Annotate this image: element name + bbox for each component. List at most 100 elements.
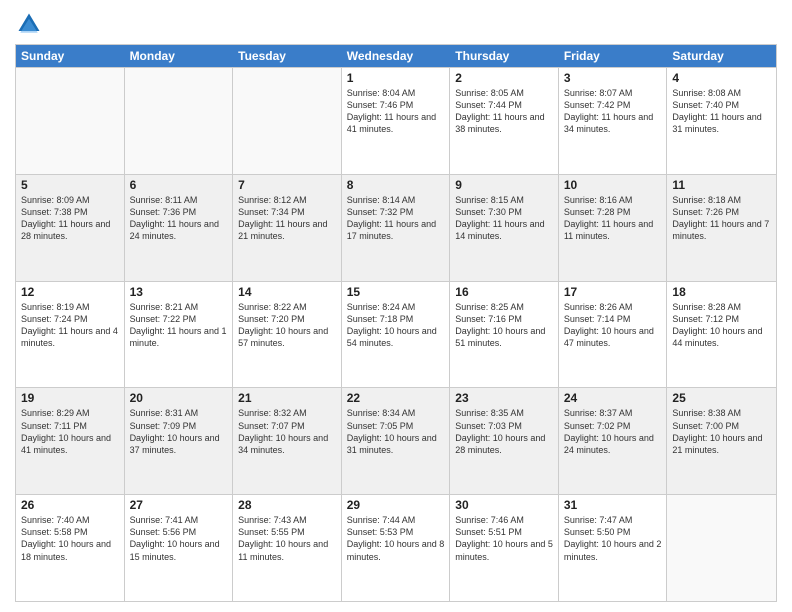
header — [15, 10, 777, 38]
day-number: 1 — [347, 71, 445, 85]
calendar-cell: 28 Sunrise: 7:43 AM Sunset: 5:55 PM Dayli… — [233, 495, 342, 601]
calendar-cell: 3Sunrise: 8:07 AM Sunset: 7:42 PM Daylig… — [559, 68, 668, 174]
day-number: 28 — [238, 498, 336, 512]
day-info: Sunrise: 8:38 AM Sunset: 7:00 PM Dayligh… — [672, 407, 771, 456]
calendar-cell: 26 Sunrise: 7:40 AM Sunset: 5:58 PM Dayli… — [16, 495, 125, 601]
page: SundayMondayTuesdayWednesdayThursdayFrid… — [0, 0, 792, 612]
day-number: 19 — [21, 391, 119, 405]
calendar-row-2: 12 Sunrise: 8:19 AM Sunset: 7:24 PM Dayli… — [16, 281, 776, 388]
calendar-row-1: 5 Sunrise: 8:09 AM Sunset: 7:38 PM Daylig… — [16, 174, 776, 281]
calendar-cell: 25 Sunrise: 8:38 AM Sunset: 7:00 PM Dayli… — [667, 388, 776, 494]
day-number: 6 — [130, 178, 228, 192]
day-info: Sunrise: 7:41 AM Sunset: 5:56 PM Dayligh… — [130, 514, 228, 563]
day-number: 9 — [455, 178, 553, 192]
calendar-cell: 5 Sunrise: 8:09 AM Sunset: 7:38 PM Daylig… — [16, 175, 125, 281]
day-number: 7 — [238, 178, 336, 192]
calendar-cell: 29Sunrise: 7:44 AM Sunset: 5:53 PM Dayli… — [342, 495, 451, 601]
day-number: 17 — [564, 285, 662, 299]
day-number: 3 — [564, 71, 662, 85]
day-number: 30 — [455, 498, 553, 512]
day-info: Sunrise: 8:15 AM Sunset: 7:30 PM Dayligh… — [455, 194, 553, 243]
calendar-cell — [16, 68, 125, 174]
header-day-friday: Friday — [559, 45, 668, 67]
calendar-cell: 9 Sunrise: 8:15 AM Sunset: 7:30 PM Daylig… — [450, 175, 559, 281]
calendar-cell: 16 Sunrise: 8:25 AM Sunset: 7:16 PM Dayli… — [450, 282, 559, 388]
calendar-cell: 1 Sunrise: 8:04 AM Sunset: 7:46 PM Daylig… — [342, 68, 451, 174]
day-number: 31 — [564, 498, 662, 512]
logo-icon — [15, 10, 43, 38]
calendar-cell — [125, 68, 234, 174]
calendar-cell: 10 Sunrise: 8:16 AM Sunset: 7:28 PM Dayli… — [559, 175, 668, 281]
calendar-cell: 23 Sunrise: 8:35 AM Sunset: 7:03 PM Dayli… — [450, 388, 559, 494]
calendar-cell: 11 Sunrise: 8:18 AM Sunset: 7:26 PM Dayli… — [667, 175, 776, 281]
day-number: 14 — [238, 285, 336, 299]
calendar-row-0: 1 Sunrise: 8:04 AM Sunset: 7:46 PM Daylig… — [16, 67, 776, 174]
day-info: Sunrise: 7:44 AM Sunset: 5:53 PM Dayligh… — [347, 514, 445, 563]
day-info: Sunrise: 8:16 AM Sunset: 7:28 PM Dayligh… — [564, 194, 662, 243]
header-day-sunday: Sunday — [16, 45, 125, 67]
day-number: 22 — [347, 391, 445, 405]
day-info: Sunrise: 8:25 AM Sunset: 7:16 PM Dayligh… — [455, 301, 553, 350]
day-number: 23 — [455, 391, 553, 405]
day-number: 16 — [455, 285, 553, 299]
calendar-cell: 14 Sunrise: 8:22 AM Sunset: 7:20 PM Dayli… — [233, 282, 342, 388]
calendar-cell: 12 Sunrise: 8:19 AM Sunset: 7:24 PM Dayli… — [16, 282, 125, 388]
day-info: Sunrise: 8:31 AM Sunset: 7:09 PM Dayligh… — [130, 407, 228, 456]
day-number: 20 — [130, 391, 228, 405]
header-day-monday: Monday — [125, 45, 234, 67]
day-info: Sunrise: 8:09 AM Sunset: 7:38 PM Dayligh… — [21, 194, 119, 243]
day-info: Sunrise: 8:29 AM Sunset: 7:11 PM Dayligh… — [21, 407, 119, 456]
calendar-cell: 30Sunrise: 7:46 AM Sunset: 5:51 PM Dayli… — [450, 495, 559, 601]
day-number: 4 — [672, 71, 771, 85]
calendar-cell: 27Sunrise: 7:41 AM Sunset: 5:56 PM Dayli… — [125, 495, 234, 601]
calendar-header: SundayMondayTuesdayWednesdayThursdayFrid… — [16, 45, 776, 67]
calendar-cell: 24Sunrise: 8:37 AM Sunset: 7:02 PM Dayli… — [559, 388, 668, 494]
calendar-cell: 13Sunrise: 8:21 AM Sunset: 7:22 PM Dayli… — [125, 282, 234, 388]
day-info: Sunrise: 7:47 AM Sunset: 5:50 PM Dayligh… — [564, 514, 662, 563]
day-info: Sunrise: 8:34 AM Sunset: 7:05 PM Dayligh… — [347, 407, 445, 456]
day-number: 13 — [130, 285, 228, 299]
calendar-cell: 6Sunrise: 8:11 AM Sunset: 7:36 PM Daylig… — [125, 175, 234, 281]
header-day-wednesday: Wednesday — [342, 45, 451, 67]
calendar-row-4: 26 Sunrise: 7:40 AM Sunset: 5:58 PM Dayli… — [16, 494, 776, 601]
day-info: Sunrise: 8:28 AM Sunset: 7:12 PM Dayligh… — [672, 301, 771, 350]
day-info: Sunrise: 8:22 AM Sunset: 7:20 PM Dayligh… — [238, 301, 336, 350]
logo — [15, 10, 47, 38]
day-info: Sunrise: 8:26 AM Sunset: 7:14 PM Dayligh… — [564, 301, 662, 350]
day-number: 12 — [21, 285, 119, 299]
day-number: 11 — [672, 178, 771, 192]
day-info: Sunrise: 8:35 AM Sunset: 7:03 PM Dayligh… — [455, 407, 553, 456]
day-info: Sunrise: 8:32 AM Sunset: 7:07 PM Dayligh… — [238, 407, 336, 456]
day-number: 15 — [347, 285, 445, 299]
header-day-saturday: Saturday — [667, 45, 776, 67]
day-info: Sunrise: 8:18 AM Sunset: 7:26 PM Dayligh… — [672, 194, 771, 243]
calendar-cell: 21 Sunrise: 8:32 AM Sunset: 7:07 PM Dayli… — [233, 388, 342, 494]
day-number: 8 — [347, 178, 445, 192]
day-number: 21 — [238, 391, 336, 405]
day-number: 10 — [564, 178, 662, 192]
calendar-cell: 18 Sunrise: 8:28 AM Sunset: 7:12 PM Dayli… — [667, 282, 776, 388]
day-number: 26 — [21, 498, 119, 512]
calendar-cell: 22 Sunrise: 8:34 AM Sunset: 7:05 PM Dayli… — [342, 388, 451, 494]
calendar-cell: 19 Sunrise: 8:29 AM Sunset: 7:11 PM Dayli… — [16, 388, 125, 494]
day-number: 2 — [455, 71, 553, 85]
day-info: Sunrise: 8:19 AM Sunset: 7:24 PM Dayligh… — [21, 301, 119, 350]
calendar-cell: 17 Sunrise: 8:26 AM Sunset: 7:14 PM Dayli… — [559, 282, 668, 388]
day-info: Sunrise: 8:04 AM Sunset: 7:46 PM Dayligh… — [347, 87, 445, 136]
calendar-cell: 4 Sunrise: 8:08 AM Sunset: 7:40 PM Daylig… — [667, 68, 776, 174]
calendar-cell: 31 Sunrise: 7:47 AM Sunset: 5:50 PM Dayli… — [559, 495, 668, 601]
header-day-tuesday: Tuesday — [233, 45, 342, 67]
day-info: Sunrise: 7:43 AM Sunset: 5:55 PM Dayligh… — [238, 514, 336, 563]
day-info: Sunrise: 7:40 AM Sunset: 5:58 PM Dayligh… — [21, 514, 119, 563]
calendar-cell: 8Sunrise: 8:14 AM Sunset: 7:32 PM Daylig… — [342, 175, 451, 281]
day-number: 25 — [672, 391, 771, 405]
day-info: Sunrise: 8:08 AM Sunset: 7:40 PM Dayligh… — [672, 87, 771, 136]
header-day-thursday: Thursday — [450, 45, 559, 67]
calendar-body: 1 Sunrise: 8:04 AM Sunset: 7:46 PM Daylig… — [16, 67, 776, 601]
calendar-cell: 7Sunrise: 8:12 AM Sunset: 7:34 PM Daylig… — [233, 175, 342, 281]
day-number: 5 — [21, 178, 119, 192]
day-number: 18 — [672, 285, 771, 299]
day-info: Sunrise: 8:24 AM Sunset: 7:18 PM Dayligh… — [347, 301, 445, 350]
calendar-cell — [667, 495, 776, 601]
calendar-cell: 2Sunrise: 8:05 AM Sunset: 7:44 PM Daylig… — [450, 68, 559, 174]
